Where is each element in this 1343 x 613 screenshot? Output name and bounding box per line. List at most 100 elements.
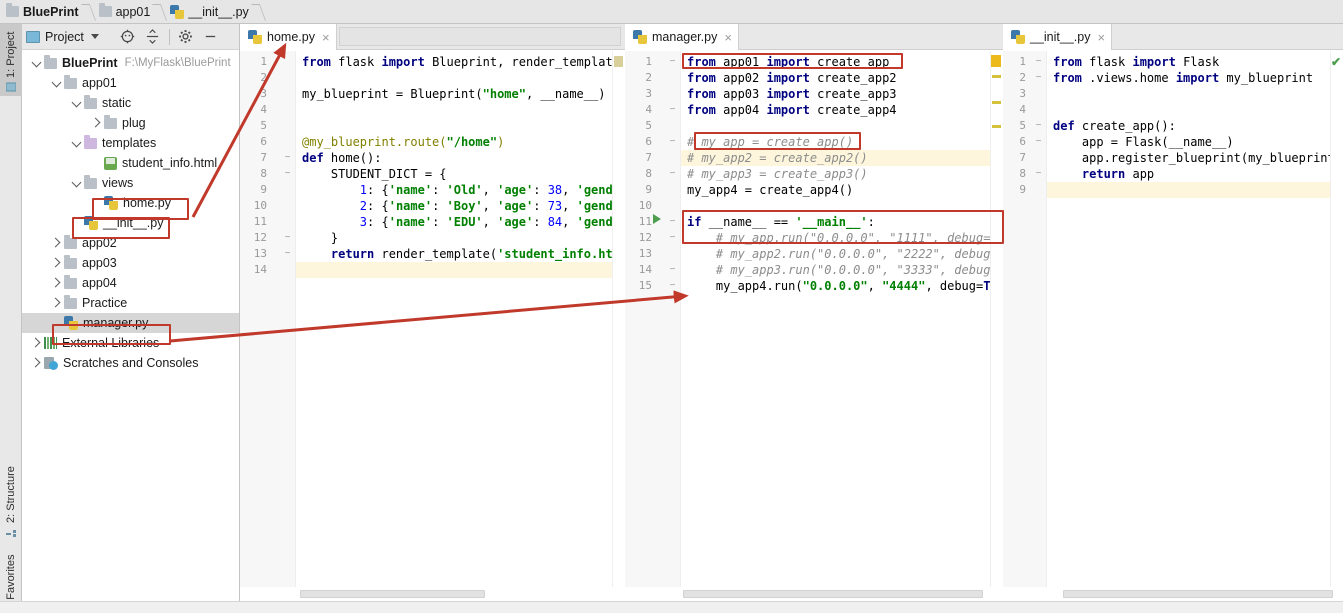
code-fold-icon[interactable]: − (667, 262, 678, 278)
editor-code[interactable]: from flask import Flask from .views.home … (1047, 51, 1343, 587)
code-fold-icon[interactable]: − (667, 102, 678, 118)
chevron-right-icon[interactable] (30, 333, 44, 353)
code-line[interactable]: from app03 import create_app3 (687, 86, 897, 102)
gear-icon[interactable] (175, 26, 197, 48)
tree-item--init-py[interactable]: __init__.py (22, 213, 239, 233)
horizontal-scrollbar-track[interactable] (240, 587, 625, 601)
code-fold-icon[interactable]: − (1033, 118, 1044, 134)
editor-body[interactable]: 1 2 3 4 5 6 7−8−9 10 11 12−13−14 from flask impor… (240, 51, 625, 587)
tab-manager-py[interactable]: manager.py × (625, 24, 739, 50)
code-marker[interactable] (992, 125, 1001, 128)
editor-body[interactable]: 1 − 2 3 4 − 5 6 − 7 8 − 9 10 11 − 12 − 13 14 − 15 − from app01… (625, 51, 1003, 587)
tree-item-external-libraries[interactable]: External Libraries (22, 333, 239, 353)
code-fold-icon[interactable]: − (667, 134, 678, 150)
code-fold-icon[interactable]: − (282, 166, 293, 182)
sidebar-item-structure[interactable]: 2: Structure (0, 449, 22, 541)
editor-code[interactable]: from flask import Blueprint, render_temp… (296, 51, 625, 587)
horizontal-scrollbar-track[interactable] (625, 587, 1003, 601)
hide-panel-icon[interactable] (200, 26, 222, 48)
chevron-down-icon[interactable] (70, 173, 84, 193)
code-fold-icon[interactable]: − (1033, 54, 1044, 70)
code-line[interactable]: from .views.home import my_blueprint (1053, 70, 1313, 86)
code-line[interactable]: app.register_blueprint(my_blueprint) (1053, 150, 1342, 166)
code-fold-icon[interactable]: − (282, 150, 293, 166)
tab-init-py[interactable]: __init__.py × (1003, 24, 1113, 50)
code-fold-icon[interactable]: − (1033, 70, 1044, 86)
close-icon[interactable]: × (1097, 31, 1105, 44)
tree-item-templates[interactable]: templates (22, 133, 239, 153)
breadcrumb-item-init-py[interactable]: __init__.py (164, 0, 252, 24)
code-line[interactable]: return app (1053, 166, 1154, 182)
sidebar-item-project[interactable]: 1: Project (0, 24, 22, 96)
chevron-right-icon[interactable] (50, 273, 64, 293)
code-marker[interactable] (992, 101, 1001, 104)
locate-icon[interactable] (117, 26, 139, 48)
code-line[interactable]: # my_app2 = create_app2() (687, 150, 868, 166)
horizontal-scrollbar-thumb[interactable] (300, 590, 485, 598)
tree-item-practice[interactable]: Practice (22, 293, 239, 313)
code-fold-icon[interactable]: − (667, 214, 678, 230)
tree-item-app04[interactable]: app04 (22, 273, 239, 293)
editor-marker-strip[interactable] (612, 51, 625, 587)
code-line[interactable]: if __name__ == '__main__': (687, 214, 875, 230)
code-fold-icon[interactable]: − (282, 230, 293, 246)
code-line[interactable]: # my_app.run("0.0.0.0", "1111", debug=Tr… (687, 230, 1003, 246)
code-line[interactable]: # my_app2.run("0.0.0.0", "2222", debug=T… (687, 246, 1003, 262)
code-line[interactable]: my_app4 = create_app4() (687, 182, 853, 198)
code-line[interactable]: app = Flask(__name__) (1053, 134, 1234, 150)
code-fold-icon[interactable]: − (1033, 166, 1044, 182)
chevron-down-icon[interactable] (90, 34, 99, 39)
editor-marker-strip[interactable]: ✔ (1330, 51, 1343, 587)
tree-item-student-info-html[interactable]: student_info.html (22, 153, 239, 173)
chevron-right-icon[interactable] (50, 293, 64, 313)
chevron-down-icon[interactable] (50, 73, 64, 93)
editor-body[interactable]: 1−2−3 4 5−6−7 8−9 from flask import Flask fr… (1003, 51, 1343, 587)
horizontal-scrollbar-thumb[interactable] (1063, 590, 1333, 598)
breadcrumb-item-app01[interactable]: app01 (93, 0, 155, 24)
code-line[interactable]: def create_app(): (1053, 118, 1176, 134)
code-line[interactable]: # my_app3.run("0.0.0.0", "3333", debug=T… (687, 262, 1003, 278)
project-tree[interactable]: BluePrint F:\MyFlask\BluePrint app01 static… (22, 51, 239, 601)
chevron-down-icon[interactable] (70, 93, 84, 113)
tree-item-static[interactable]: static (22, 93, 239, 113)
chevron-right-icon[interactable] (50, 233, 64, 253)
editor-gutter[interactable]: 1−2−3 4 5−6−7 8−9 (1003, 51, 1047, 587)
code-line[interactable]: STUDENT_DICT = { (302, 166, 447, 182)
tree-item-app03[interactable]: app03 (22, 253, 239, 273)
editor-gutter[interactable]: 1 − 2 3 4 − 5 6 − 7 8 − 9 10 11 − 12 − 13 14 − 15 − (625, 51, 681, 587)
code-marker[interactable] (991, 55, 1001, 67)
code-line[interactable]: 3: {'name': 'EDU', 'age': 84, 'gender' (302, 214, 625, 230)
code-line[interactable]: from flask import Flask (1053, 54, 1219, 70)
tree-item-views[interactable]: views (22, 173, 239, 193)
close-icon[interactable]: × (322, 31, 330, 44)
code-line[interactable]: from app01 import create_app (687, 54, 889, 70)
editor-code[interactable]: from app01 import create_app from app02 i… (681, 51, 1003, 587)
tree-item-app01[interactable]: app01 (22, 73, 239, 93)
tree-item-manager-py[interactable]: manager.py (22, 313, 239, 333)
editor-gutter[interactable]: 1 2 3 4 5 6 7−8−9 10 11 12−13−14 (240, 51, 296, 587)
code-fold-icon[interactable]: − (667, 166, 678, 182)
tree-item-blueprint[interactable]: BluePrint F:\MyFlask\BluePrint (22, 53, 239, 73)
collapse-all-icon[interactable] (142, 26, 164, 48)
code-line[interactable]: my_app4.run("0.0.0.0", "4444", debug=Tru… (687, 278, 1003, 294)
code-line[interactable]: 1: {'name': 'Old', 'age': 38, 'gender' (302, 182, 625, 198)
horizontal-scrollbar-track[interactable] (1003, 587, 1343, 601)
code-line[interactable]: return render_template('student_info.htm… (302, 246, 625, 262)
code-line[interactable]: # my_app = create_app() (687, 134, 853, 150)
code-line[interactable]: # my_app3 = create_app3() (687, 166, 868, 182)
tree-item-scratches-and-consoles[interactable]: Scratches and Consoles (22, 353, 239, 373)
code-line[interactable]: @my_blueprint.route("/home") (302, 134, 504, 150)
breadcrumb-item-project[interactable]: BluePrint (0, 0, 83, 24)
chevron-right-icon[interactable] (30, 353, 44, 373)
code-line[interactable]: } (302, 230, 338, 246)
code-marker[interactable] (992, 75, 1001, 78)
code-line[interactable]: from app04 import create_app4 (687, 102, 897, 118)
tab-home-py[interactable]: home.py × (240, 24, 337, 50)
tree-item-app02[interactable]: app02 (22, 233, 239, 253)
code-fold-icon[interactable]: − (667, 278, 678, 294)
code-fold-icon[interactable]: − (667, 54, 678, 70)
chevron-right-icon[interactable] (90, 113, 104, 133)
chevron-down-icon[interactable] (70, 133, 84, 153)
code-line[interactable]: from flask import Blueprint, render_temp… (302, 54, 620, 70)
tree-item-home-py[interactable]: home.py (22, 193, 239, 213)
